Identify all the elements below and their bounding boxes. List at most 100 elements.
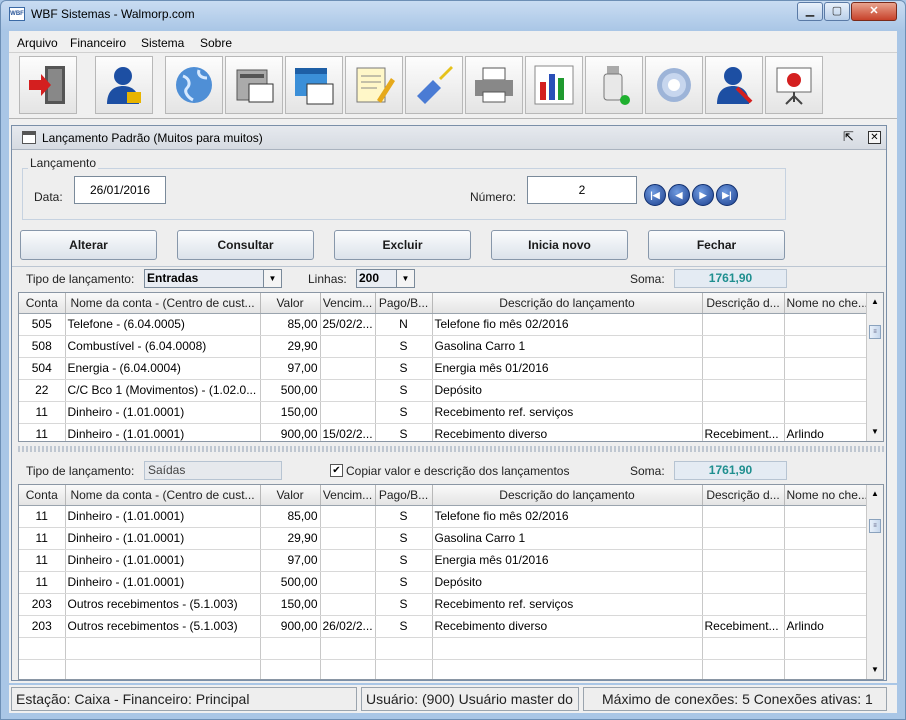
table-cell[interactable]: 500,00 <box>260 571 321 594</box>
bar-chart-button[interactable] <box>525 56 583 114</box>
table-cell[interactable]: 29,90 <box>260 335 321 358</box>
column-header[interactable]: Pago/B... <box>375 293 433 314</box>
menu-arquivo[interactable]: Arquivo <box>17 36 58 50</box>
column-header[interactable]: Valor <box>260 485 321 506</box>
table-cell[interactable] <box>432 637 703 660</box>
table-cell[interactable]: S <box>375 379 433 402</box>
table-cell[interactable]: S <box>375 335 433 358</box>
table-cell[interactable] <box>19 637 66 660</box>
table-cell[interactable] <box>65 659 261 679</box>
table-cell[interactable] <box>19 659 66 679</box>
table-row[interactable]: 11 Dinheiro - (1.01.0001) 150,00 S Recebimen… <box>19 401 868 424</box>
table-cell[interactable]: 11 <box>19 401 66 424</box>
table-cell[interactable]: Telefone - (6.04.0005) <box>65 313 261 336</box>
alterar-button[interactable]: Alterar <box>20 230 157 260</box>
table-cell[interactable]: 11 <box>19 505 66 528</box>
table-cell[interactable]: Recebimento ref. serviços <box>432 401 703 424</box>
table-cell[interactable] <box>784 659 868 679</box>
numero-field[interactable]: 2 <box>527 176 637 204</box>
table-cell[interactable]: Dinheiro - (1.01.0001) <box>65 401 261 424</box>
user-tools-button[interactable] <box>705 56 763 114</box>
form-title-bar[interactable]: Lançamento Padrão (Muitos para muitos) ⇱… <box>12 126 886 150</box>
column-header[interactable]: Conta <box>19 293 66 314</box>
data-field[interactable]: 26/01/2016 <box>74 176 166 204</box>
table-cell[interactable] <box>702 593 785 616</box>
table-cell[interactable]: Telefone fio mês 02/2016 <box>432 505 703 528</box>
table-cell[interactable]: 25/02/2... <box>320 313 376 336</box>
column-header[interactable]: Nome no che... <box>784 293 868 314</box>
table-row[interactable]: 11 Dinheiro - (1.01.0001) 97,00 S Energia mê… <box>19 549 868 572</box>
table-cell[interactable] <box>784 357 868 380</box>
table-cell[interactable]: 504 <box>19 357 66 380</box>
table-cell[interactable]: S <box>375 505 433 528</box>
table-cell[interactable] <box>784 313 868 336</box>
table-cell[interactable]: 11 <box>19 571 66 594</box>
table-cell[interactable]: Energia mês 01/2016 <box>432 357 703 380</box>
table-row[interactable]: 505 Telefone - (6.04.0005) 85,00 25/02/2...… <box>19 313 868 336</box>
table-cell[interactable] <box>320 637 376 660</box>
table-cell[interactable] <box>320 549 376 572</box>
scroll-up-icon[interactable]: ▲ <box>868 487 882 501</box>
table-cell[interactable]: C/C Bco 1 (Movimentos) - (1.02.0... <box>65 379 261 402</box>
table-cell[interactable] <box>320 401 376 424</box>
table-cell[interactable] <box>784 379 868 402</box>
table-row[interactable]: 504 Energia - (6.04.0004) 97,00 S Energia mê… <box>19 357 868 380</box>
table-cell[interactable]: 505 <box>19 313 66 336</box>
table-cell[interactable]: 11 <box>19 527 66 550</box>
first-record-icon[interactable]: |◀ <box>644 184 666 206</box>
column-header[interactable]: Pago/B... <box>375 485 433 506</box>
minimize-button[interactable]: ▁ <box>797 2 823 21</box>
menu-sistema[interactable]: Sistema <box>141 36 184 50</box>
scroll-down-icon[interactable]: ▼ <box>868 425 882 439</box>
scroll-thumb[interactable]: ≡ <box>869 325 881 339</box>
table-cell[interactable]: 203 <box>19 593 66 616</box>
table-cell[interactable]: 85,00 <box>260 313 321 336</box>
consultar-button[interactable]: Consultar <box>177 230 314 260</box>
table-cell[interactable]: 150,00 <box>260 593 321 616</box>
table-cell[interactable] <box>702 571 785 594</box>
table-cell[interactable]: Recebimento ref. serviços <box>432 593 703 616</box>
forms-button[interactable] <box>225 56 283 114</box>
table-cell[interactable] <box>65 637 261 660</box>
table-cell[interactable]: 22 <box>19 379 66 402</box>
table-cell[interactable]: Recebiment... <box>702 423 785 441</box>
table-cell[interactable] <box>784 505 868 528</box>
close-button[interactable]: ✕ <box>851 2 897 21</box>
table-cell[interactable]: Recebimento diverso <box>432 615 703 638</box>
settings-button[interactable] <box>645 56 703 114</box>
maximize-icon[interactable]: ⇱ <box>842 130 855 144</box>
table-row[interactable]: 508 Combustível - (6.04.0008) 29,90 S Gasoli… <box>19 335 868 358</box>
table-row[interactable]: 203 Outros recebimentos - (5.1.003) 900,00… <box>19 615 868 638</box>
table-cell[interactable] <box>784 527 868 550</box>
table-cell[interactable]: Depósito <box>432 379 703 402</box>
table-cell[interactable] <box>784 549 868 572</box>
table-cell[interactable] <box>320 593 376 616</box>
table-cell[interactable]: Arlindo <box>784 615 868 638</box>
table-cell[interactable] <box>784 637 868 660</box>
menu-sobre[interactable]: Sobre <box>200 36 232 50</box>
title-bar[interactable]: WBF WBF Sistemas - Walmorp.com ▁ ▢ ✕ <box>1 1 905 27</box>
notepad-button[interactable] <box>345 56 403 114</box>
table-cell[interactable]: S <box>375 357 433 380</box>
table-cell[interactable]: S <box>375 423 433 441</box>
table-cell[interactable]: S <box>375 549 433 572</box>
table-cell[interactable] <box>702 401 785 424</box>
scroll-up-icon[interactable]: ▲ <box>868 295 882 309</box>
user-lock-button[interactable] <box>95 56 153 114</box>
entradas-scrollbar[interactable]: ▲ ≡ ▼ <box>866 293 883 441</box>
table-cell[interactable] <box>702 659 785 679</box>
menu-financeiro[interactable]: Financeiro <box>70 36 126 50</box>
windows-button[interactable] <box>285 56 343 114</box>
table-cell[interactable]: Dinheiro - (1.01.0001) <box>65 549 261 572</box>
split-divider[interactable] <box>18 446 884 452</box>
table-cell[interactable] <box>320 335 376 358</box>
maximize-button[interactable]: ▢ <box>824 2 850 21</box>
table-row[interactable]: 203 Outros recebimentos - (5.1.003) 150,00… <box>19 593 868 616</box>
table-row[interactable] <box>19 637 868 660</box>
table-cell[interactable]: Depósito <box>432 571 703 594</box>
table-cell[interactable]: 150,00 <box>260 401 321 424</box>
table-cell[interactable]: 508 <box>19 335 66 358</box>
table-cell[interactable] <box>702 335 785 358</box>
column-header[interactable]: Vencim... <box>320 485 376 506</box>
table-cell[interactable]: 97,00 <box>260 357 321 380</box>
